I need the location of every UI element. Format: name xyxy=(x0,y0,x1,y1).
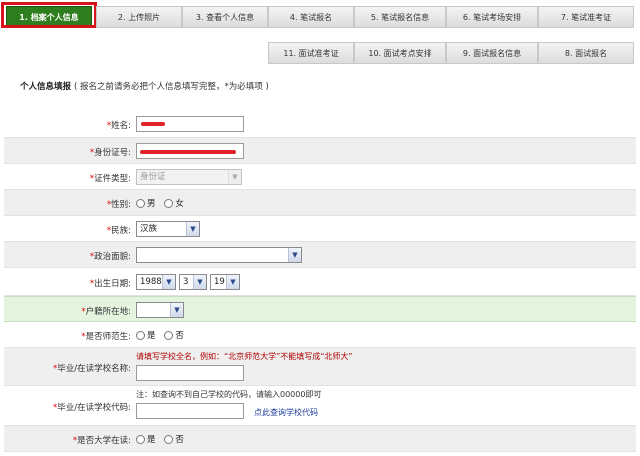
step-4-written-registration[interactable]: 4. 笔试报名 xyxy=(268,6,354,28)
hukou-label: *户籍所在地: xyxy=(81,307,131,317)
enrolled-radio-group: 是 否 xyxy=(136,433,190,445)
radio-icon[interactable] xyxy=(136,331,145,340)
political-status-label: *政治面貌: xyxy=(89,252,131,262)
school-code-lookup-link[interactable]: 点此查询学校代码 xyxy=(254,407,318,418)
row-id-number: *身份证号: xyxy=(4,138,636,164)
name-input[interactable] xyxy=(136,116,244,132)
step-11-interview-admission-ticket[interactable]: 11. 面试准考证 xyxy=(268,42,354,64)
step-2-upload-photo[interactable]: 2. 上传照片 xyxy=(96,6,182,28)
step-3-view-info[interactable]: 3. 查看个人信息 xyxy=(182,6,268,28)
row-school-name: *毕业/在读学校名称: 请填写学校全名，例如：“北京师范大学”不能填写成“北师大… xyxy=(4,348,636,386)
chevron-down-icon: ▼ xyxy=(162,275,175,289)
birth-day-select[interactable]: 19 ▼ xyxy=(210,274,240,290)
section-title-text: 个人信息填报 xyxy=(20,82,72,92)
normal-student-radio-group: 是 否 xyxy=(136,329,190,341)
row-name: *姓名: xyxy=(4,110,636,138)
school-name-label: *毕业/在读学校名称: xyxy=(53,364,131,374)
enrolled-yes-option[interactable]: 是 xyxy=(136,433,156,445)
id-number-label: *身份证号: xyxy=(89,148,131,158)
section-note: ( 报名之前请务必把个人信息填写完整，*为必填项 ) xyxy=(73,82,269,92)
active-step-highlight-frame xyxy=(1,2,97,28)
radio-icon[interactable] xyxy=(136,435,145,444)
redaction-mark xyxy=(140,150,236,154)
id-type-select[interactable]: 身份证 ▼ xyxy=(136,169,242,185)
normal-student-label: *是否师范生: xyxy=(81,332,131,342)
school-code-label: *毕业/在读学校代码: xyxy=(53,403,131,413)
step-10-interview-venue[interactable]: 10. 面试考点安排 xyxy=(354,42,446,64)
step-5-written-registration-info[interactable]: 5. 笔试报名信息 xyxy=(354,6,446,28)
chevron-down-icon: ▼ xyxy=(170,303,183,317)
chevron-down-icon: ▼ xyxy=(226,275,239,289)
row-normal-student: *是否师范生: 是 否 xyxy=(4,322,636,348)
gender-male-option[interactable]: 男 xyxy=(136,197,156,209)
chevron-down-icon: ▼ xyxy=(228,170,241,184)
row-hukou: *户籍所在地: ▼ xyxy=(4,296,636,322)
radio-icon[interactable] xyxy=(164,435,174,444)
birth-month-value: 3 xyxy=(183,277,189,287)
chevron-down-icon: ▼ xyxy=(288,248,301,262)
name-label: *姓名: xyxy=(106,121,131,131)
school-code-hint: 注：如查询不到自己学校的代码，请输入00000即可 xyxy=(136,390,322,399)
school-name-input[interactable] xyxy=(136,365,244,381)
enrolled-label: *是否大学在读: xyxy=(72,436,131,446)
gender-female-option[interactable]: 女 xyxy=(164,197,184,209)
normal-student-yes-option[interactable]: 是 xyxy=(136,329,156,341)
ethnicity-select[interactable]: 汉族 ▼ xyxy=(136,221,200,237)
step-7-written-admission-ticket[interactable]: 7. 笔试准考证 xyxy=(538,6,634,28)
row-enrolled: *是否大学在读: 是 否 xyxy=(4,426,636,452)
normal-student-no-option[interactable]: 否 xyxy=(164,329,184,341)
gender-label: *性别: xyxy=(106,200,131,210)
row-political-status: *政治面貌: ▼ xyxy=(4,242,636,268)
row-birth-date: *出生日期: 1988 ▼ 3 ▼ 19 ▼ xyxy=(4,268,636,296)
row-school-code: *毕业/在读学校代码: 注：如查询不到自己学校的代码，请输入00000即可 点此… xyxy=(4,386,636,426)
row-gender: *性别: 男 女 xyxy=(4,190,636,216)
birth-year-select[interactable]: 1988 ▼ xyxy=(136,274,176,290)
step-6-written-exam-room[interactable]: 6. 笔试考场安排 xyxy=(446,6,538,28)
birth-date-label: *出生日期: xyxy=(89,279,131,289)
step-navigation: 1. 档案个人信息 2. 上传照片 3. 查看个人信息 4. 笔试报名 5. 笔… xyxy=(0,0,640,70)
radio-icon[interactable] xyxy=(164,331,174,340)
hukou-select[interactable]: ▼ xyxy=(136,302,184,318)
step-8-interview-registration[interactable]: 8. 面试报名 xyxy=(538,42,634,64)
birth-month-select[interactable]: 3 ▼ xyxy=(179,274,207,290)
step-9-interview-registration-info[interactable]: 9. 面试报名信息 xyxy=(446,42,538,64)
birth-year-value: 1988 xyxy=(140,277,162,287)
political-status-select[interactable]: ▼ xyxy=(136,247,302,263)
birth-day-value: 19 xyxy=(214,277,225,287)
gender-radio-group: 男 女 xyxy=(136,197,190,209)
redaction-mark xyxy=(141,122,165,126)
section-title: 个人信息填报 ( 报名之前请务必把个人信息填写完整，*为必填项 ) xyxy=(20,80,269,92)
radio-icon[interactable] xyxy=(164,199,174,208)
ethnicity-value: 汉族 xyxy=(140,224,158,234)
school-code-input[interactable] xyxy=(136,403,244,419)
row-id-type: *证件类型: 身份证 ▼ xyxy=(4,164,636,190)
row-ethnicity: *民族: 汉族 ▼ xyxy=(4,216,636,242)
id-type-value: 身份证 xyxy=(140,172,166,182)
radio-icon[interactable] xyxy=(136,199,145,208)
enrolled-no-option[interactable]: 否 xyxy=(164,433,184,445)
chevron-down-icon: ▼ xyxy=(186,222,199,236)
school-name-hint: 请填写学校全名，例如：“北京师范大学”不能填写成“北师大” xyxy=(136,352,353,361)
chevron-down-icon: ▼ xyxy=(193,275,206,289)
ethnicity-label: *民族: xyxy=(106,226,131,236)
id-number-input[interactable] xyxy=(136,143,244,159)
id-type-label: *证件类型: xyxy=(89,174,131,184)
